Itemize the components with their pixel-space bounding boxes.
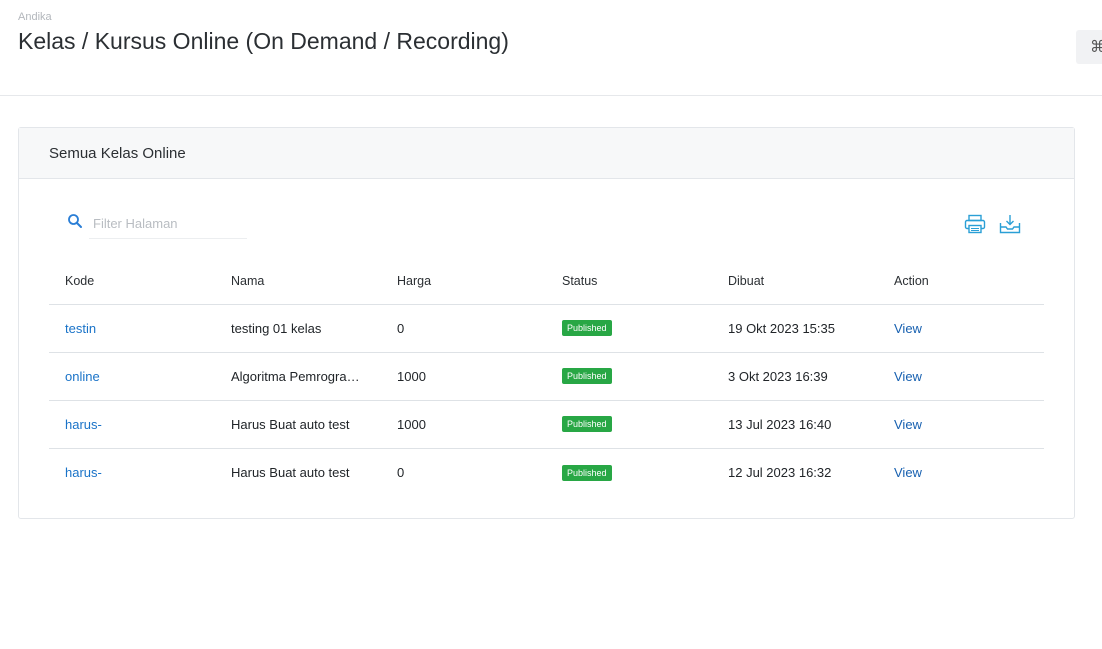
download-icon[interactable] (999, 214, 1021, 234)
table-header-row: Kode Nama Harga Status Dibuat Action (49, 258, 1044, 305)
command-icon: ⌘ (1090, 39, 1102, 56)
table-row: testin testing 01 kelas 0 Published 19 O… (49, 304, 1044, 353)
column-header-nama[interactable]: Nama (215, 258, 381, 305)
created-date: 12 Jul 2023 16:32 (728, 464, 832, 480)
view-link[interactable]: View (894, 369, 922, 384)
course-code-link[interactable]: testin (65, 321, 96, 336)
course-code-link[interactable]: harus- (65, 417, 102, 432)
column-header-action: Action (878, 258, 1044, 305)
search-input[interactable] (89, 208, 247, 239)
print-icon[interactable] (964, 214, 986, 234)
created-date: 19 Okt 2023 15:35 (712, 304, 878, 353)
status-badge: Published (562, 368, 612, 385)
page-header: Andika Kelas / Kursus Online (On Demand … (0, 0, 1102, 96)
status-badge: Published (562, 320, 612, 337)
column-header-dibuat[interactable]: Dibuat (712, 258, 878, 305)
column-header-status[interactable]: Status (546, 258, 712, 305)
created-date: 13 Jul 2023 16:40 (712, 400, 878, 449)
search-box (67, 208, 252, 240)
column-header-harga[interactable]: Harga (381, 258, 546, 305)
card-title: Semua Kelas Online (19, 128, 1074, 179)
breadcrumb[interactable]: Andika (18, 11, 52, 23)
search-icon (68, 214, 82, 228)
courses-table: Kode Nama Harga Status Dibuat Action tes… (49, 258, 1044, 496)
courses-card: Semua Kelas Online Kode Nama Harga Statu… (18, 127, 1075, 519)
course-price: 0 (397, 464, 405, 480)
table-row: online Algoritma Pemrograman 1000 Publis… (49, 352, 1044, 401)
view-link[interactable]: View (894, 321, 922, 336)
course-code-link[interactable]: online (65, 369, 100, 384)
course-price: 1000 (381, 400, 546, 449)
view-link[interactable]: View (894, 417, 922, 432)
view-link[interactable]: View (894, 465, 922, 480)
course-code-link[interactable]: harus- (65, 465, 102, 480)
column-header-kode[interactable]: Kode (49, 258, 215, 305)
table-row: harus- Harus Buat auto test 0 Published … (49, 448, 1044, 496)
command-button[interactable]: ⌘ (1076, 30, 1102, 64)
page-title: Kelas / Kursus Online (On Demand / Recor… (18, 28, 509, 54)
course-name: testing 01 kelas (231, 321, 322, 337)
course-price: 0 (381, 304, 546, 353)
status-badge: Published (562, 464, 612, 481)
status-badge: Published (562, 416, 612, 433)
created-date: 3 Okt 2023 16:39 (712, 352, 878, 401)
table-row: harus- Harus Buat auto test 1000 Publish… (49, 400, 1044, 449)
course-price: 1000 (381, 352, 546, 401)
course-name: Algoritma Pemrograman (231, 369, 361, 385)
course-name: Harus Buat auto test (231, 417, 350, 433)
course-name: Harus Buat auto test (231, 465, 350, 481)
